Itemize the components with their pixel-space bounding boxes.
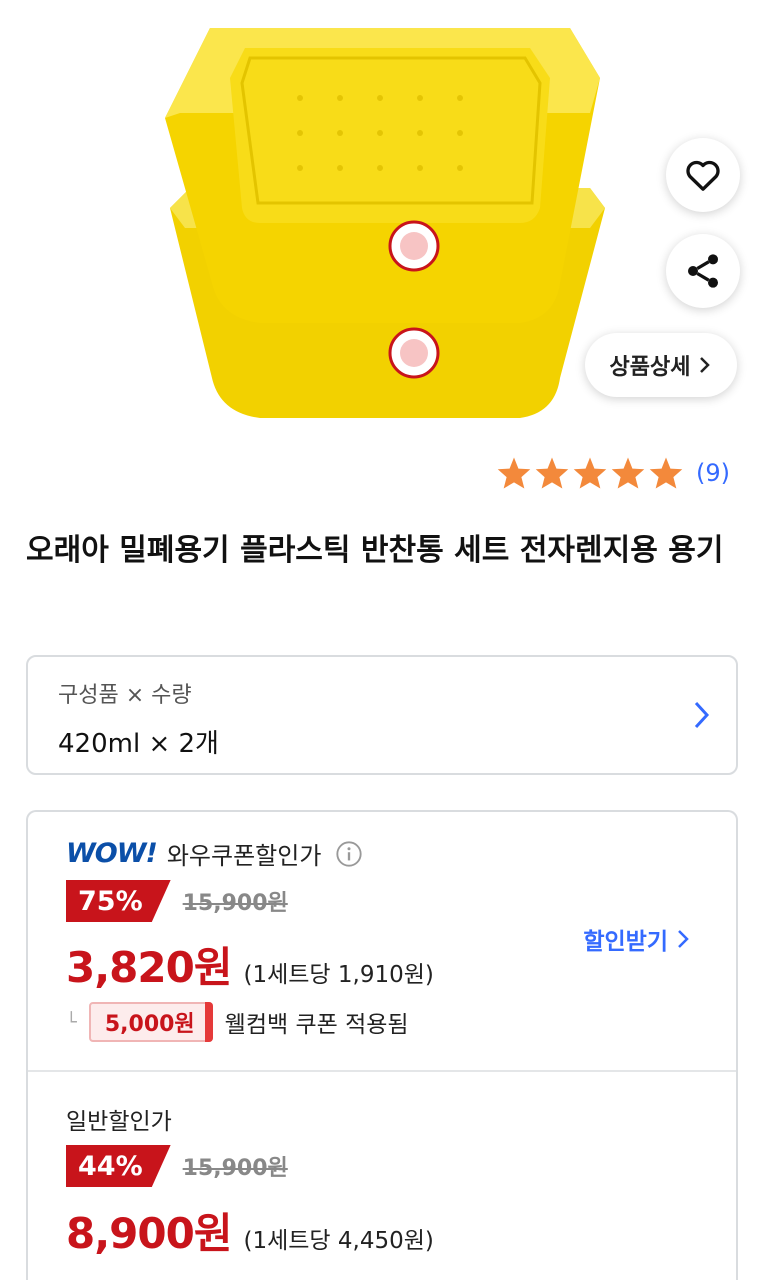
wow-price-header: WOW! 와우쿠폰할인가: [66, 836, 363, 871]
chevron-right-icon: [678, 930, 689, 948]
share-button[interactable]: [666, 234, 740, 308]
wow-discount-badge: 75%: [66, 880, 171, 922]
cashback-row: └ 5,000원 웰컴백 쿠폰 적용됨: [66, 1002, 409, 1042]
option-selector[interactable]: 구성품 × 수량 420ml × 2개: [26, 655, 738, 775]
info-icon[interactable]: [335, 840, 363, 868]
wow-price-row: 3,820원 (1세트당 1,910원): [66, 934, 434, 995]
product-image: [165, 28, 605, 418]
option-label: 구성품 × 수량: [58, 683, 192, 708]
get-discount-button[interactable]: 할인받기: [583, 922, 690, 956]
wow-price-label: 와우쿠폰할인가: [166, 842, 322, 870]
chevron-right-icon: [694, 701, 710, 729]
normal-discount-badge: 44%: [66, 1145, 171, 1187]
divider: [28, 1070, 736, 1072]
heart-icon: [686, 160, 720, 191]
get-discount-label: 할인받기: [583, 929, 668, 955]
wow-original-price: 15,900원: [182, 891, 288, 916]
corner-arrow-icon: └: [66, 1011, 77, 1033]
share-icon: [688, 254, 718, 288]
rating[interactable]: (9): [496, 456, 730, 490]
cashback-amount-tag: 5,000원: [88, 1002, 213, 1042]
normal-unit-price: (1세트당 4,450원): [243, 1228, 434, 1254]
product-title: 오래아 밀폐용기 플라스틱 반찬통 세트 전자렌지용 용기: [26, 533, 724, 568]
cashback-text: 웰컴백 쿠폰 적용됨: [224, 1012, 409, 1038]
wow-logo: WOW!: [66, 838, 158, 869]
wow-discount-row: 75% 15,900원: [66, 880, 288, 922]
star-icon: [573, 457, 607, 489]
price-section: WOW! 와우쿠폰할인가 75% 15,900원 3,820원 (1세트당 1,…: [26, 810, 738, 1280]
normal-original-price: 15,900원: [182, 1156, 288, 1181]
normal-final-price: 8,900원: [66, 1209, 232, 1258]
option-value: 420ml × 2개: [58, 729, 219, 759]
star-rating: [496, 456, 684, 490]
product-detail-label: 상품상세: [609, 355, 691, 380]
normal-discount-row: 44% 15,900원: [66, 1145, 288, 1187]
wow-unit-price: (1세트당 1,910원): [243, 962, 434, 988]
chevron-right-icon: [700, 357, 711, 373]
product-detail-button[interactable]: 상품상세: [585, 333, 737, 397]
normal-price-label: 일반할인가: [66, 1109, 172, 1135]
star-icon: [535, 457, 569, 489]
product-image-area: 상품상세: [0, 0, 784, 430]
star-icon: [611, 457, 645, 489]
wow-final-price: 3,820원: [66, 943, 232, 992]
review-count[interactable]: (9): [696, 459, 730, 487]
like-button[interactable]: [666, 138, 740, 212]
star-icon: [649, 457, 683, 489]
normal-price-row: 8,900원 (1세트당 4,450원): [66, 1200, 434, 1261]
star-icon: [497, 457, 531, 489]
